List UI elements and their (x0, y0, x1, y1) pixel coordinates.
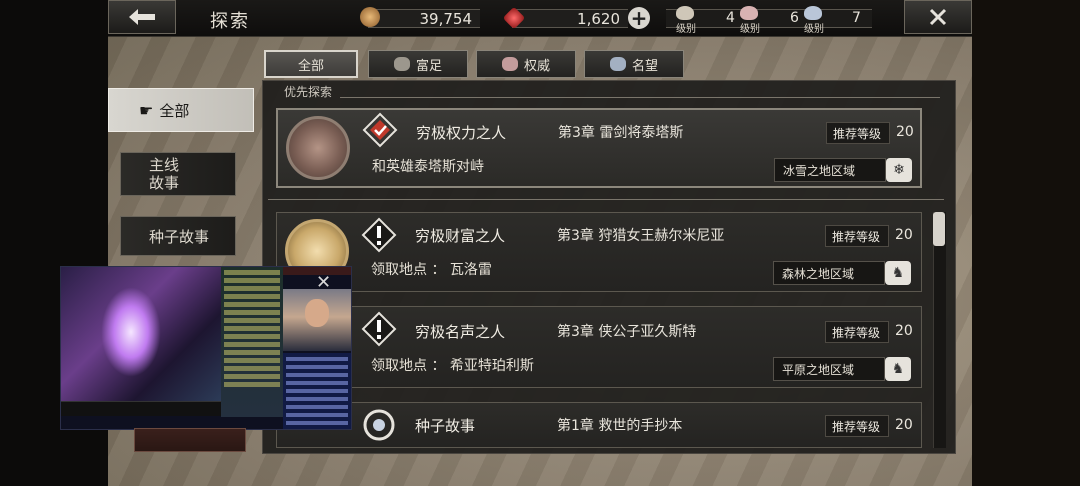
recommended-level-value: 20 (896, 124, 914, 140)
quest-title: 穷极名声之人 (415, 323, 506, 341)
recommended-level-label: 推荐等级 (825, 321, 889, 343)
sidebar-item-label: 全部 (159, 101, 190, 120)
rank-fame-value: 7 (852, 10, 861, 26)
wealth-icon (393, 57, 410, 71)
section-label: 优先探索 (284, 85, 333, 99)
sidebar-item-label: 种子故事 (149, 227, 210, 246)
scrollbar-track[interactable] (933, 212, 946, 448)
fame-icon (609, 57, 626, 71)
overlay-chat-column (221, 267, 283, 417)
recommended-level-label: 推荐等级 (825, 415, 889, 437)
rank-label: 级别 (804, 24, 824, 35)
quest-chapter: 第3章 雷剑将泰塔斯 (558, 125, 684, 141)
rank-label: 级别 (740, 24, 760, 35)
quest-title: 种子故事 (415, 417, 476, 435)
snow-region-icon: ❄ (886, 158, 912, 182)
left-arrow-icon (129, 9, 155, 25)
forest-region-icon: ♞ (885, 261, 911, 285)
overlay-close-icon[interactable]: ✕ (316, 272, 331, 293)
rank-label: 级别 (676, 24, 696, 35)
rank-wealth-value: 4 (726, 10, 735, 26)
quest-chapter: 第1章 救世的手抄本 (557, 418, 683, 434)
quest-pickup-location: 领取地点 ： 希亚特珀利斯 (371, 358, 534, 374)
sidebar-item-main-story[interactable]: 主线 故事 (120, 152, 236, 196)
sidebar-item-label: 主线 故事 (149, 156, 180, 192)
rank-authority: 级别 6 (740, 6, 810, 35)
recommended-level-value: 20 (895, 417, 913, 433)
section-divider (340, 97, 940, 98)
gold-coin-icon (360, 7, 380, 27)
recommended-level-label: 推荐等级 (826, 122, 890, 144)
authority-rank-icon (740, 6, 758, 20)
quest-badge-icon (362, 112, 398, 148)
close-icon (929, 8, 947, 26)
recommended-level-value: 20 (895, 227, 913, 243)
scrollbar-thumb[interactable] (933, 212, 945, 246)
tab-all[interactable]: 全部 (264, 50, 358, 78)
recommended-level-label: 推荐等级 (825, 225, 889, 247)
right-letterbox (972, 0, 1080, 486)
quest-title: 穷极财富之人 (415, 227, 506, 245)
gold-value: 39,754 (419, 9, 473, 28)
overlay-info-list (283, 353, 351, 429)
quest-alert-icon (361, 217, 397, 253)
tab-label: 全部 (297, 58, 324, 74)
quest-alert-icon (361, 311, 397, 347)
sidebar-item-seed-story[interactable]: 种子故事 (120, 216, 236, 256)
pointing-hand-icon: ☛ (139, 100, 154, 120)
gold-counter: 39,754 (368, 9, 480, 28)
quest-card-power[interactable]: 穷极权力之人 第3章 雷剑将泰塔斯 推荐等级 20 和英雄泰塔斯对峙 冰雪之地区… (276, 108, 922, 188)
tab-label: 富足 (415, 58, 442, 74)
crown-emblem-icon (286, 116, 350, 180)
quest-title: 穷极权力之人 (416, 124, 507, 142)
floating-video-overlay[interactable] (60, 266, 352, 430)
fame-rank-icon (804, 6, 822, 20)
rank-fame: 级别 7 (804, 6, 874, 35)
tab-label: 权威 (523, 58, 550, 74)
quest-pickup-location: 领取地点 ： 瓦洛雷 (371, 262, 492, 278)
quest-card-seed-story[interactable]: 种子故事 第1章 救世的手抄本 推荐等级 20 (276, 402, 922, 448)
tab-wealth[interactable]: 富足 (368, 50, 468, 78)
back-button[interactable] (108, 0, 176, 34)
authority-icon (501, 57, 518, 71)
quest-chapter: 第3章 狩猎女王赫尔米尼亚 (557, 228, 725, 244)
quest-description: 和英雄泰塔斯对峙 (372, 159, 484, 175)
overlay-webcam-face (305, 299, 329, 327)
close-button[interactable] (904, 0, 972, 34)
sidebar-item-all[interactable]: ☛ 全部 (108, 88, 254, 132)
section-divider (268, 199, 944, 200)
quest-card-wealth[interactable]: 穷极财富之人 第3章 狩猎女王赫尔米尼亚 推荐等级 20 领取地点 ： 瓦洛雷 … (276, 212, 922, 292)
obscured-bottom-button[interactable] (134, 428, 246, 452)
quest-card-fame[interactable]: 穷极名声之人 第3章 侠公子亚久斯特 推荐等级 20 领取地点 ： 希亚特珀利斯… (276, 306, 922, 388)
overlay-light-effect (101, 287, 161, 377)
region-label: 平原之地区域 (773, 357, 885, 381)
quest-chapter: 第3章 侠公子亚久斯特 (557, 324, 697, 340)
plains-region-icon: ♞ (885, 357, 911, 381)
rank-wealth: 级别 4 (676, 6, 746, 35)
rank-authority-value: 6 (790, 10, 799, 26)
recommended-level-value: 20 (895, 323, 913, 339)
wealth-rank-icon (676, 6, 694, 20)
page-title: 探索 (210, 11, 250, 32)
tab-fame[interactable]: 名望 (584, 50, 684, 78)
seed-story-icon (361, 407, 397, 443)
tab-label: 名望 (631, 58, 658, 74)
add-currency-button[interactable]: + (628, 7, 650, 29)
region-label: 冰雪之地区域 (774, 158, 886, 182)
gem-counter: 1,620 (512, 9, 628, 28)
gem-value: 1,620 (577, 9, 620, 28)
region-label: 森林之地区域 (773, 261, 885, 285)
tab-authority[interactable]: 权威 (476, 50, 576, 78)
